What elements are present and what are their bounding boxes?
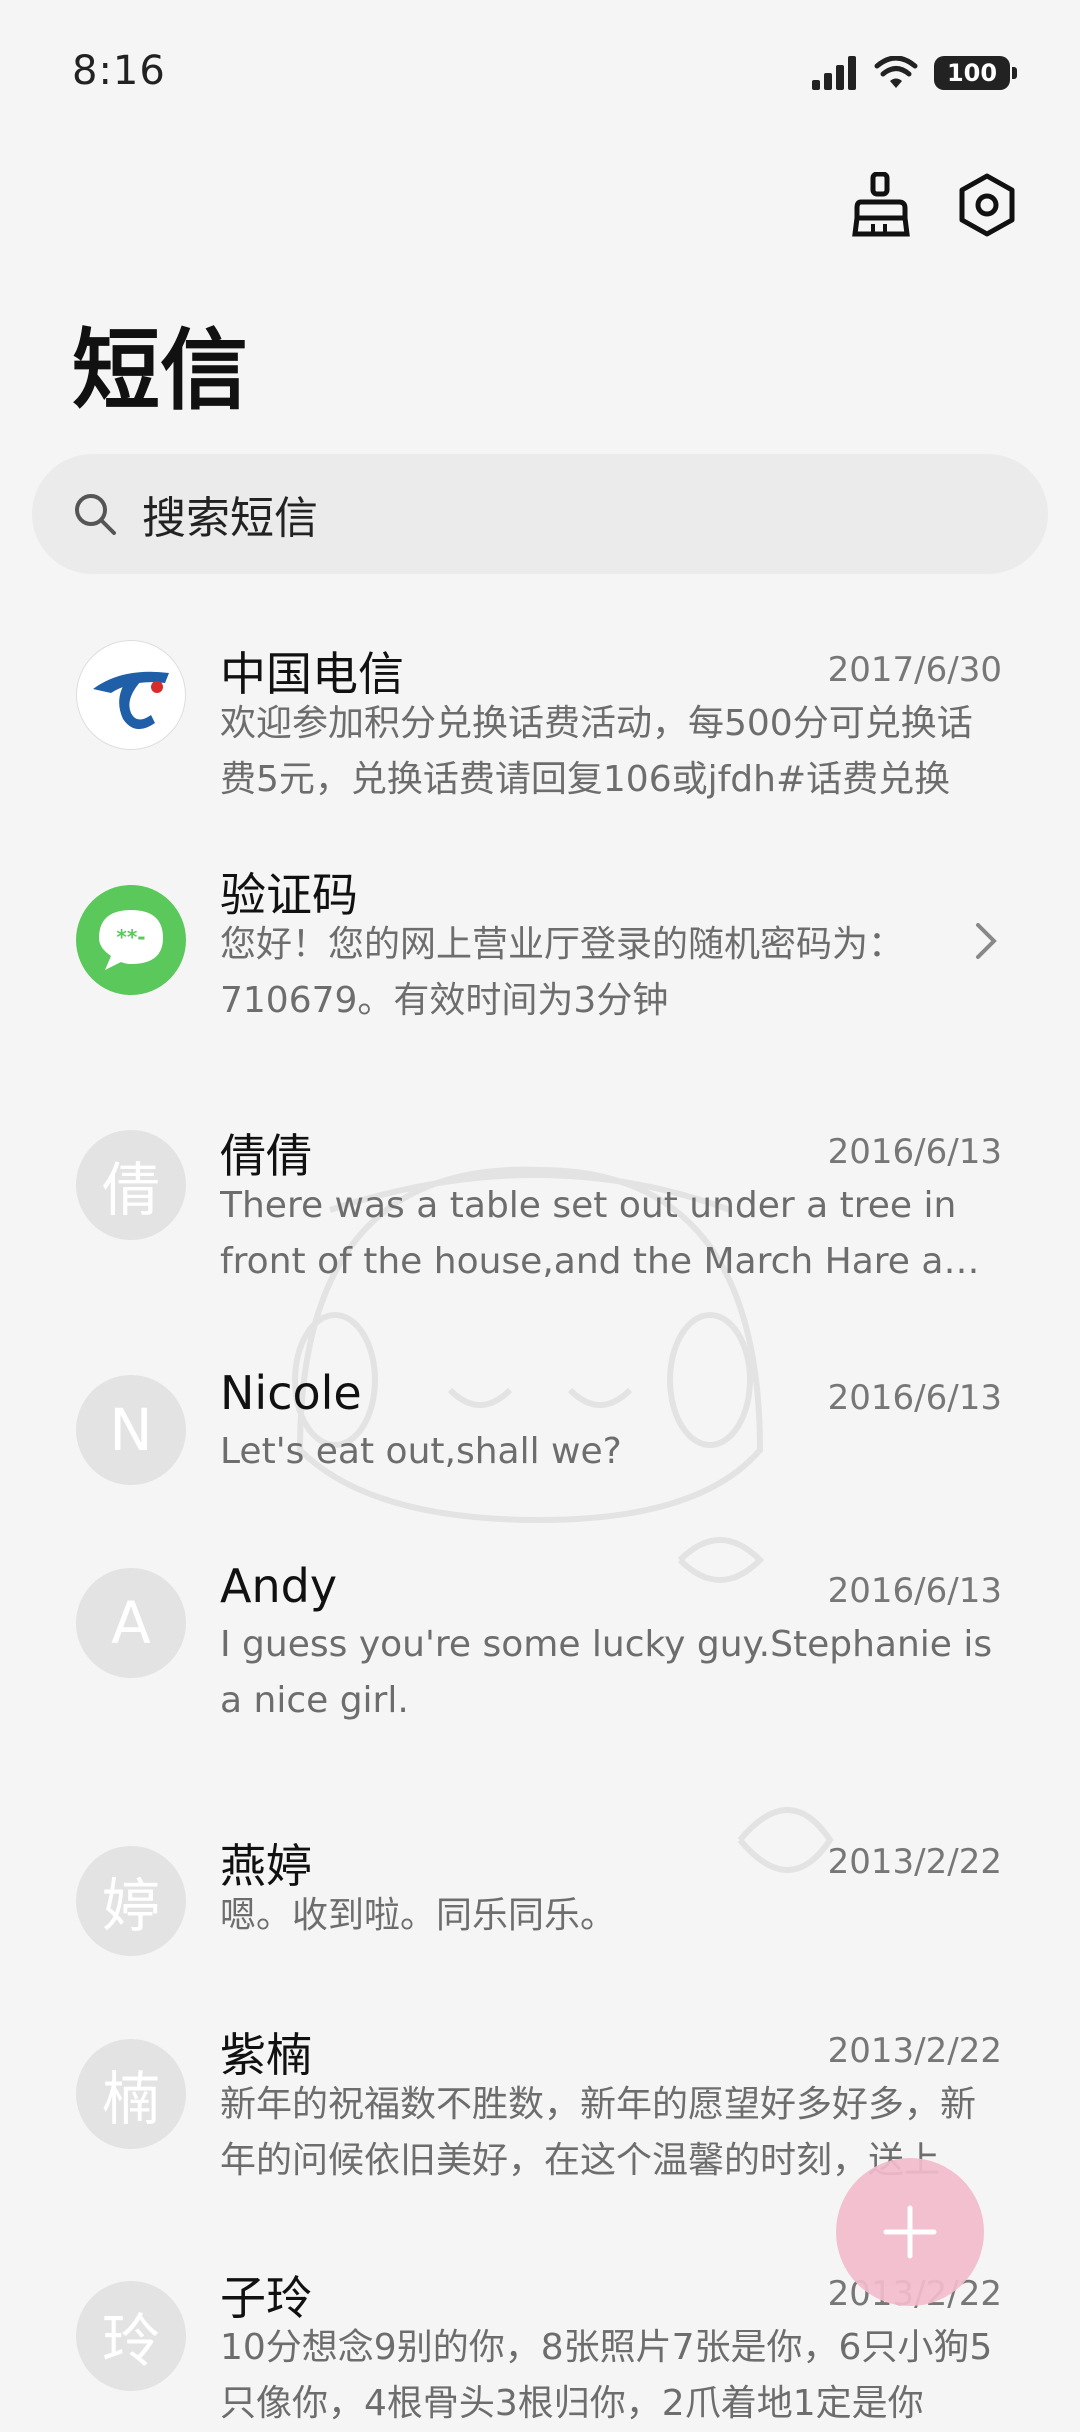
contact-name: 验证码	[220, 868, 358, 922]
new-message-button[interactable]	[836, 2158, 984, 2306]
conversation-row[interactable]: N Nicole 2016/6/13 Let's eat out,shall w…	[0, 1350, 1080, 1520]
battery-icon: 100	[934, 56, 1017, 90]
wifi-icon	[874, 56, 918, 88]
message-preview: I guess you're some lucky guy.Stephanie …	[220, 1624, 993, 1721]
message-date: 2016/6/13	[827, 1132, 1002, 1172]
svg-text:**-: **-	[116, 925, 145, 949]
contact-name: Nicole	[220, 1366, 362, 1420]
avatar: N	[76, 1375, 186, 1485]
conversation-row[interactable]: 中国电信 2017/6/30 欢迎参加积分兑换话费活动，每500分可兑换话费5元…	[0, 610, 1080, 830]
message-date: 2013/2/22	[827, 2031, 1002, 2071]
chevron-right-icon[interactable]	[966, 921, 1006, 961]
message-preview: 嗯。收到啦。同乐同乐。	[220, 1895, 617, 1936]
page-title: 短信	[72, 319, 249, 422]
china-telecom-logo	[76, 640, 186, 750]
toolbar	[848, 172, 1020, 238]
search-input[interactable]: 搜索短信	[142, 482, 318, 546]
message-date: 2016/6/13	[827, 1378, 1002, 1418]
conversation-row[interactable]: A Andy 2016/6/13 I guess you're some luc…	[0, 1545, 1080, 1765]
contact-name: 中国电信	[220, 647, 404, 701]
status-time: 8:16	[72, 48, 166, 94]
message-preview: 10分想念9别的你，8张照片7张是你，6只小狗5只像你，4根骨头3根归你，2爪着…	[220, 2327, 993, 2424]
message-date: 2017/6/30	[827, 650, 1002, 690]
message-preview: 您好！您的网上营业厅登录的随机密码为：710679。有效时间为3分钟	[220, 924, 905, 1021]
message-date: 2013/2/22	[827, 1842, 1002, 1882]
message-date: 2016/6/13	[827, 1571, 1002, 1611]
conversation-row[interactable]: **- 验证码 您好！您的网上营业厅登录的随机密码为：710679。有效时间为3…	[0, 855, 1080, 1075]
signal-icon	[812, 56, 856, 90]
status-bar: 8:16 100	[0, 0, 1080, 150]
avatar: 玲	[76, 2281, 186, 2391]
contact-name: 子玲	[220, 2271, 312, 2325]
contact-name: 倩倩	[220, 1129, 312, 1183]
avatar: 楠	[76, 2039, 186, 2149]
contact-name: 燕婷	[220, 1839, 312, 1893]
conversation-row[interactable]: 倩 倩倩 2016/6/13 There was a table set out…	[0, 1100, 1080, 1320]
message-preview: Let's eat out,shall we?	[220, 1431, 622, 1472]
clean-brush-icon[interactable]	[848, 172, 914, 238]
contact-name: Andy	[220, 1559, 338, 1613]
message-preview: 欢迎参加积分兑换话费活动，每500分可兑换话费5元，兑换话费请回复106或jfd…	[220, 703, 973, 800]
search-icon	[75, 494, 116, 535]
avatar: A	[76, 1568, 186, 1678]
message-preview: There was a table set out under a tree i…	[220, 1185, 990, 1282]
plus-icon	[883, 2205, 937, 2259]
search-bar[interactable]: 搜索短信	[32, 454, 1048, 574]
settings-hexagon-icon[interactable]	[954, 172, 1020, 238]
status-icons: 100	[812, 56, 1017, 90]
avatar: 婷	[76, 1846, 186, 1956]
avatar: 倩	[76, 1130, 186, 1240]
conversation-row[interactable]: 婷 燕婷 2013/2/22 嗯。收到啦。同乐同乐。	[0, 1820, 1080, 1990]
verification-code-icon: **-	[76, 885, 186, 995]
contact-name: 紫楠	[220, 2028, 312, 2082]
